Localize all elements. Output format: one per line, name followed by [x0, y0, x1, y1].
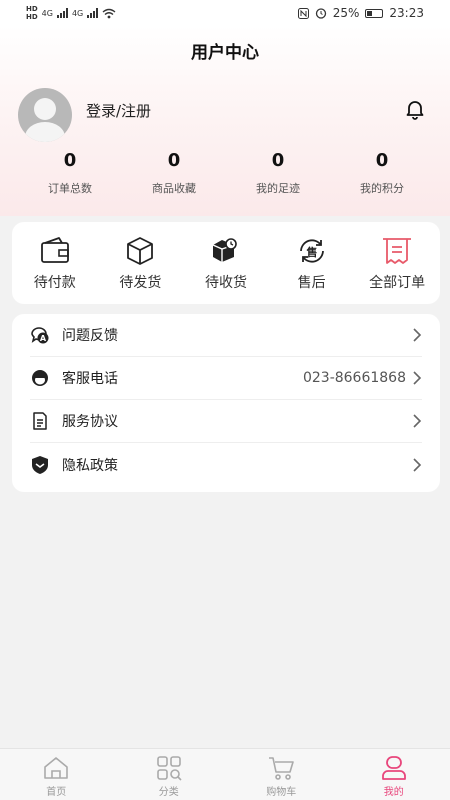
stat-points[interactable]: 0 我的积分 [330, 148, 434, 196]
profile-header: 用户中心 登录/注册 0 订单总数 0 商品收藏 0 我的足迹 0 我的积分 [0, 26, 450, 216]
battery-icon [365, 8, 384, 18]
signal-icon-2 [87, 8, 99, 18]
nfc-icon [297, 7, 309, 19]
stat-footprints[interactable]: 0 我的足迹 [226, 148, 330, 196]
tab-cart[interactable]: 购物车 [225, 749, 338, 800]
alarm-icon [315, 8, 326, 19]
profile-icon [381, 756, 406, 780]
customer-service-icon [32, 370, 48, 386]
hd-top-label: HD [26, 5, 38, 13]
delivery-icon [212, 238, 237, 262]
stat-order-count[interactable]: 0 订单总数 [18, 148, 122, 196]
order-label: 待付款 [33, 275, 76, 291]
tab-profile[interactable]: 我的 [338, 749, 450, 800]
page-title: 用户中心 [191, 43, 259, 63]
order-all[interactable]: 全部订单 [354, 222, 440, 304]
stat-value: 0 [375, 150, 389, 171]
order-label: 待收货 [204, 275, 247, 291]
menu-label: 隐私政策 [62, 457, 118, 474]
menu-card: A 问题反馈 客服电话 023-86661868 服务协议 隐私政策 [12, 314, 440, 492]
stat-label: 订单总数 [48, 182, 92, 195]
document-icon [33, 412, 47, 430]
feedback-icon: A [31, 327, 49, 344]
chevron-right-icon [413, 371, 422, 385]
order-pending-receipt[interactable]: 待收货 [183, 222, 269, 304]
tab-label: 首页 [46, 787, 67, 798]
stats-row: 0 订单总数 0 商品收藏 0 我的足迹 0 我的积分 [0, 148, 450, 196]
stat-label: 我的积分 [360, 182, 404, 195]
tab-label: 我的 [383, 787, 404, 798]
hd-indicator: HD HD [26, 5, 38, 21]
stat-value: 0 [63, 150, 77, 171]
clock: 23:23 [389, 6, 424, 20]
menu-row-feedback[interactable]: A 问题反馈 [30, 314, 422, 357]
tab-label: 分类 [158, 787, 179, 798]
chevron-right-icon [413, 328, 422, 342]
stat-favorites[interactable]: 0 商品收藏 [122, 148, 226, 196]
signal-icon [56, 8, 68, 18]
svg-text:A: A [40, 334, 47, 343]
order-label: 售后 [297, 275, 326, 291]
menu-row-privacy-policy[interactable]: 隐私政策 [30, 443, 422, 486]
chevron-right-icon [413, 414, 422, 428]
customer-service-phone[interactable]: 023-86661868 [303, 370, 406, 386]
menu-label: 服务协议 [62, 414, 118, 430]
receipt-icon [383, 238, 412, 264]
wifi-icon [102, 8, 116, 18]
cart-icon [269, 757, 295, 780]
network-1-label: 4G [41, 8, 53, 18]
stat-label: 商品收藏 [152, 182, 196, 195]
menu-label: 客服电话 [62, 371, 118, 387]
avatar[interactable] [18, 88, 72, 142]
order-after-sale[interactable]: 售 售后 [269, 222, 355, 304]
svg-text:售: 售 [305, 245, 317, 259]
tab-label: 购物车 [266, 787, 297, 798]
order-pending-payment[interactable]: 待付款 [12, 222, 98, 304]
shield-icon [32, 455, 48, 474]
battery-percent: 25% [332, 6, 360, 20]
status-right: 25% 23:23 [297, 6, 424, 20]
avatar-shoulders [25, 122, 65, 142]
stat-value: 0 [167, 150, 181, 171]
orders-card: 待付款 待发货 待收货 售 售后 全部订单 [12, 222, 440, 304]
wallet-icon [40, 237, 69, 263]
order-label: 全部订单 [369, 275, 426, 291]
after-sale-icon: 售 [299, 239, 324, 263]
status-bar: HD HD 4G 4G 25% 23:23 [0, 0, 450, 26]
menu-label: 问题反馈 [62, 328, 118, 344]
tab-category[interactable]: 分类 [113, 749, 226, 800]
login-register-link[interactable]: 登录/注册 [86, 100, 151, 121]
bottom-tab-bar: 首页 分类 购物车 我的 [0, 748, 450, 800]
network-2-label: 4G [71, 8, 84, 18]
stat-value: 0 [271, 150, 285, 171]
box-icon [127, 237, 154, 265]
menu-row-service-agreement[interactable]: 服务协议 [30, 400, 422, 443]
category-icon [156, 756, 182, 781]
home-icon [44, 757, 69, 779]
avatar-head [34, 98, 56, 120]
chevron-right-icon [413, 457, 422, 472]
tab-home[interactable]: 首页 [0, 749, 113, 800]
bell-icon[interactable] [404, 98, 426, 120]
order-pending-shipment[interactable]: 待发货 [98, 222, 184, 304]
stat-label: 我的足迹 [256, 182, 300, 195]
menu-row-customer-service[interactable]: 客服电话 023-86661868 [30, 357, 422, 400]
order-label: 待发货 [119, 275, 162, 291]
hd-bottom-label: HD [26, 13, 38, 21]
status-left: HD HD 4G 4G [26, 5, 116, 21]
